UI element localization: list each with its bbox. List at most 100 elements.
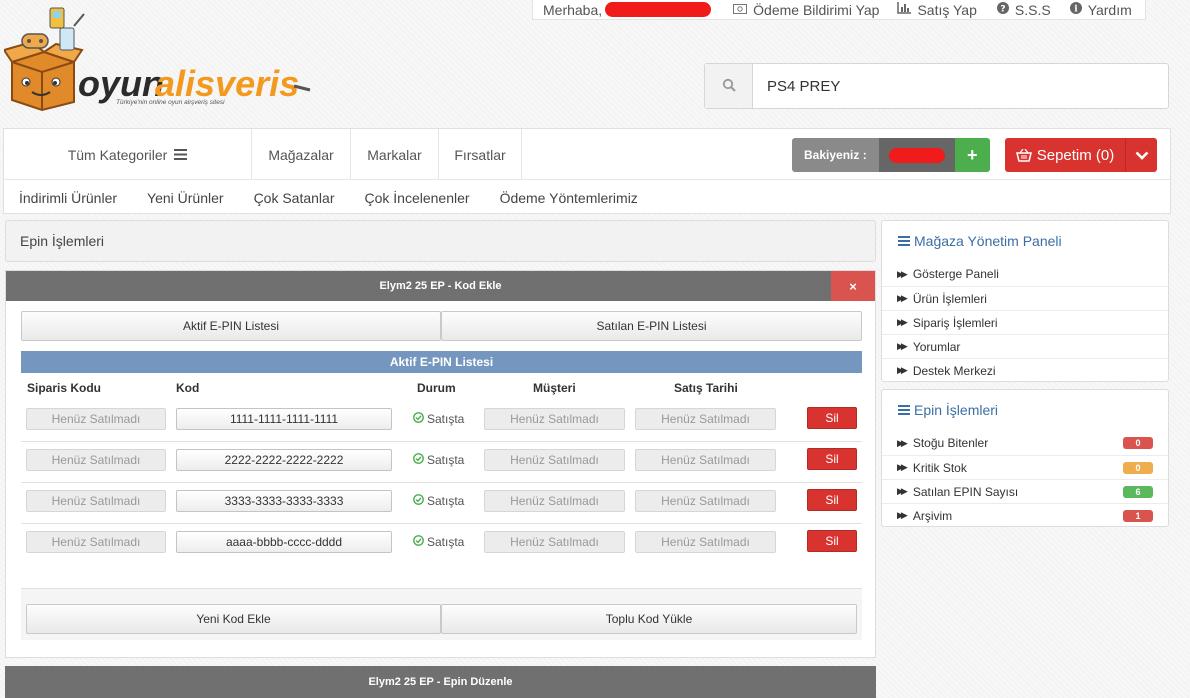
sidebar-item-label: Destek Merkezi [912, 363, 996, 378]
delete-button[interactable]: Sil [807, 489, 857, 511]
col-code: Kod [176, 381, 200, 395]
check-circle-icon [413, 412, 424, 426]
epin-code-field[interactable]: 1111-1111-1111-1111 [176, 408, 392, 430]
nav-payment-methods[interactable]: Ödeme Yöntemlerimiz [500, 190, 638, 206]
edit-panel-title: Elym2 25 EP - Epin Düzenle [5, 666, 876, 698]
sidebar-item-label: Satılan EPIN Sayısı [912, 484, 1019, 499]
page-title: Epin İşlemleri [5, 220, 876, 262]
check-circle-icon [413, 535, 424, 549]
double-arrow-icon: ▶▶ [897, 462, 908, 472]
balance-widget: Bakiyeniz : + [792, 138, 990, 172]
cart-button[interactable]: Sepetim (0) [1005, 138, 1157, 172]
sell-label: Satış Yap [917, 1, 977, 18]
tab-active-epin[interactable]: Aktif E-PIN Listesi [21, 311, 441, 341]
nav-new-products[interactable]: Yeni Ürünler [147, 190, 224, 206]
nav-brands[interactable]: Markalar [351, 129, 439, 180]
help-link[interactable]: i Yardım [1069, 2, 1132, 18]
epin-panel-title-text: Epin İşlemleri [914, 402, 999, 418]
sidebar-item-out-of-stock[interactable]: ▶▶ Stoğu Bitenler 0 [882, 431, 1168, 455]
sidebar-item-support[interactable]: ▶▶ Destek Merkezi [882, 358, 1168, 382]
tab-sold-epin[interactable]: Satılan E-PIN Listesi [441, 311, 862, 341]
count-badge: 6 [1123, 486, 1153, 498]
order-code-field: Henüz Satılmadı [26, 531, 166, 553]
sale-date-field: Henüz Satılmadı [635, 408, 776, 430]
order-code-field: Henüz Satılmadı [26, 449, 166, 471]
sidebar-item-label: Arşivim [912, 508, 953, 523]
status-text: Satışta [427, 535, 465, 549]
question-icon: ? [996, 2, 1009, 17]
money-icon [733, 3, 748, 17]
table-row: Henüz Satılmadı aaaa-bbbb-cccc-dddd Satı… [21, 524, 862, 565]
close-button[interactable]: × [831, 271, 875, 301]
sell-link[interactable]: Satış Yap [897, 1, 977, 18]
sidebar-item-label: Kritik Stok [912, 460, 967, 475]
cart-main[interactable]: Sepetim (0) [1005, 138, 1126, 172]
svg-text:?: ? [1000, 5, 1005, 15]
cart-label: Sepetim (0) [1036, 146, 1115, 164]
logo-tagline: Türkiye'nin online oyun alışveriş sitesi [116, 99, 225, 106]
nav-deals[interactable]: Fırsatlar [439, 129, 522, 180]
status-badge: Satışta [413, 531, 464, 553]
sidebar-item-label: Sipariş İşlemleri [912, 315, 998, 330]
redacted-username [605, 2, 712, 17]
table-row: Henüz Satılmadı 2222-2222-2222-2222 Satı… [21, 442, 862, 483]
nav-stores[interactable]: Mağazalar [252, 129, 351, 180]
epin-operations-panel: Epin İşlemleri ▶▶ Stoğu Bitenler 0 ▶▶ Kriti… [881, 389, 1169, 527]
sidebar-item-label: Yorumlar [912, 339, 961, 354]
sidebar-item-critical-stock[interactable]: ▶▶ Kritik Stok 0 [882, 455, 1168, 479]
all-categories-label: Tüm Kategoriler [67, 146, 168, 163]
sidebar-item-dashboard[interactable]: ▶▶ Gösterge Paneli [882, 262, 1168, 286]
count-badge: 1 [1123, 510, 1153, 522]
delete-button[interactable]: Sil [807, 407, 857, 429]
sidebar-item-products[interactable]: ▶▶ Ürün İşlemleri [882, 286, 1168, 310]
sale-date-field: Henüz Satılmadı [635, 531, 776, 553]
sidebar-item-label: Ürün İşlemleri [912, 291, 987, 306]
delete-button[interactable]: Sil [807, 448, 857, 470]
col-order-code: Siparis Kodu [27, 381, 102, 395]
all-categories-menu[interactable]: Tüm Kategoriler [4, 129, 252, 180]
status-text: Satışta [427, 412, 465, 426]
basket-icon [1015, 148, 1032, 162]
cart-dropdown-toggle[interactable] [1126, 138, 1157, 172]
new-code-button[interactable]: Yeni Kod Ekle [26, 604, 441, 634]
add-balance-button[interactable]: + [954, 138, 990, 172]
order-code-field: Henüz Satılmadı [26, 490, 166, 512]
search-input[interactable]: PS4 PREY [753, 64, 1168, 108]
nav-primary-row: Tüm Kategoriler Mağazalar Markalar Fırsa… [4, 129, 1170, 180]
sidebar-item-orders[interactable]: ▶▶ Sipariş İşlemleri [882, 310, 1168, 334]
nav-most-viewed[interactable]: Çok İncelenenler [365, 190, 470, 206]
bulk-upload-button[interactable]: Toplu Kod Yükle [441, 604, 857, 634]
site-logo[interactable]: oyun alisveris Türkiye'nin online oyun a… [2, 4, 314, 112]
double-arrow-icon: ▶▶ [897, 510, 908, 520]
main-nav: Tüm Kategoriler Mağazalar Markalar Fırsa… [3, 128, 1171, 214]
search-icon [722, 78, 736, 95]
sidebar-item-archive[interactable]: ▶▶ Arşivim 1 [882, 503, 1168, 527]
bar-chart-icon [897, 2, 912, 17]
double-arrow-icon: ▶▶ [897, 365, 908, 375]
epin-code-field[interactable]: 3333-3333-3333-3333 [176, 490, 392, 512]
sale-date-field: Henüz Satılmadı [635, 490, 776, 512]
col-sale-date: Satış Tarihi [674, 381, 738, 395]
status-badge: Satışta [413, 449, 464, 471]
sidebar-item-sold-count[interactable]: ▶▶ Satılan EPIN Sayısı 6 [882, 479, 1168, 503]
store-panel-title: Mağaza Yönetim Paneli [898, 233, 1062, 249]
faq-link[interactable]: ? S.S.S [996, 2, 1051, 18]
check-circle-icon [413, 453, 424, 467]
order-code-field: Henüz Satılmadı [26, 408, 166, 430]
search-button[interactable] [705, 64, 753, 108]
double-arrow-icon: ▶▶ [897, 268, 908, 279]
delete-button[interactable]: Sil [807, 530, 857, 552]
svg-text:i: i [1074, 5, 1078, 15]
count-badge: 0 [1123, 462, 1153, 474]
search-box: PS4 PREY [704, 63, 1169, 109]
epin-code-field[interactable]: aaaa-bbbb-cccc-dddd [176, 531, 392, 553]
nav-discounted[interactable]: İndirimli Ürünler [19, 190, 117, 206]
epin-code-field[interactable]: 2222-2222-2222-2222 [176, 449, 392, 471]
double-arrow-icon: ▶▶ [897, 486, 908, 496]
sidebar-item-reviews[interactable]: ▶▶ Yorumlar [882, 334, 1168, 358]
status-text: Satışta [427, 453, 465, 467]
code-add-panel: Elym2 25 EP - Kod Ekle × Aktif E-PIN Lis… [5, 270, 876, 658]
nav-best-sellers[interactable]: Çok Satanlar [254, 190, 335, 206]
hamburger-icon [174, 149, 188, 160]
payment-notice-link[interactable]: Ödeme Bildirimi Yap [733, 2, 879, 18]
